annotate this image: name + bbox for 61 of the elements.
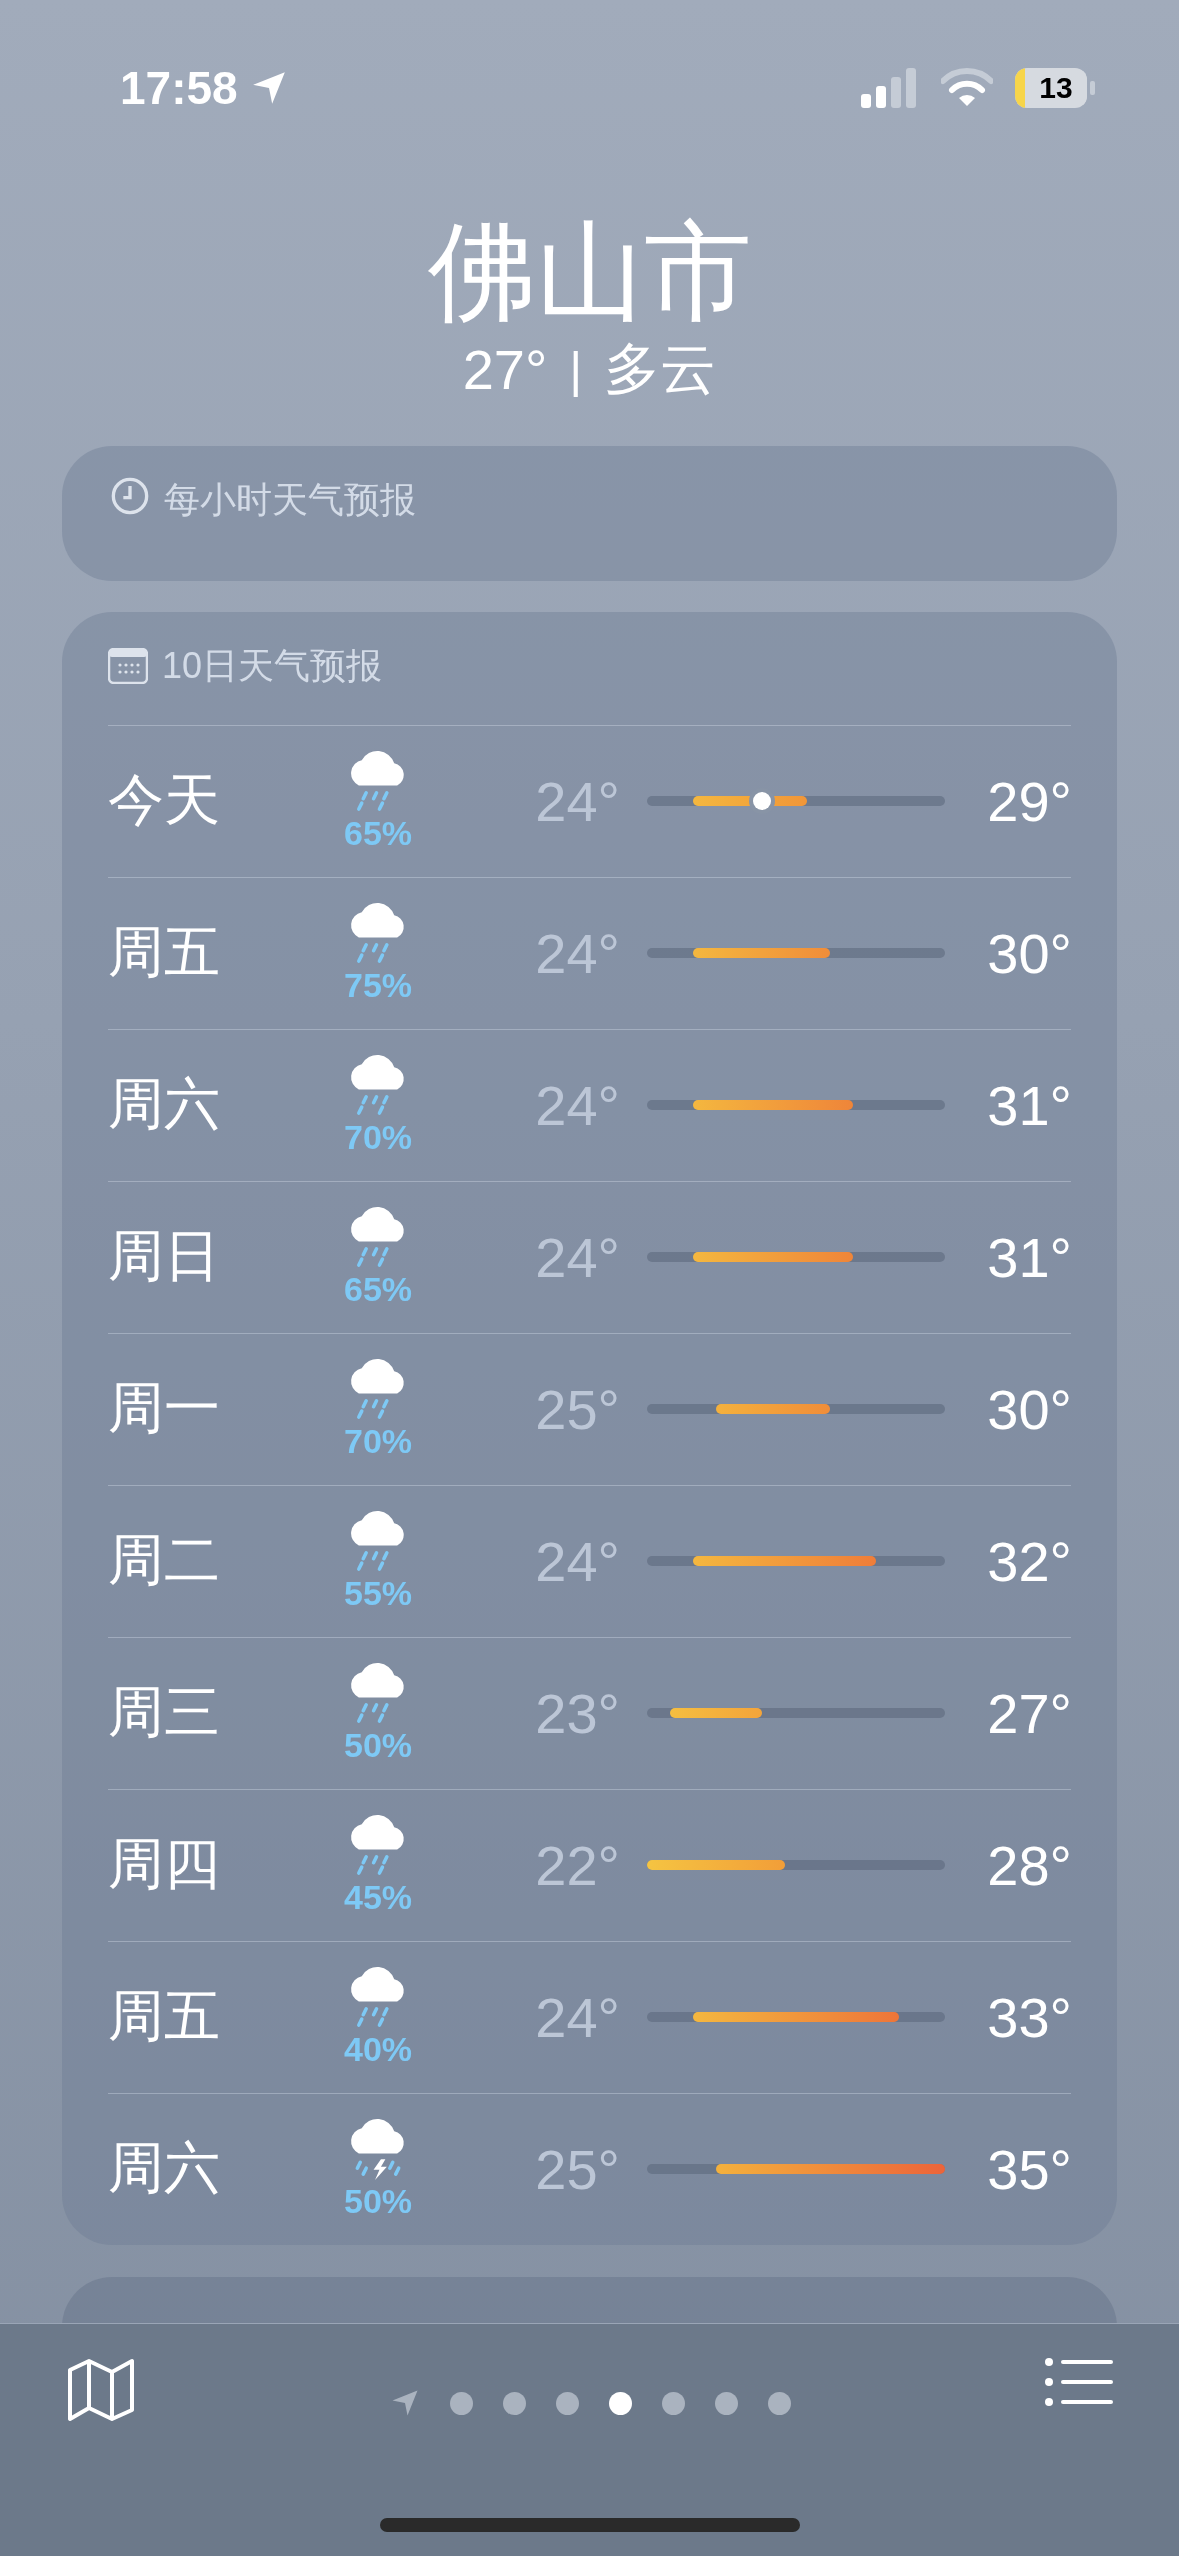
precipitation-chance: 50% — [343, 1725, 413, 1765]
battery-tip-icon — [1090, 81, 1095, 95]
high-temperature: 27° — [986, 1680, 1072, 1746]
low-temperature: 24° — [534, 1224, 620, 1290]
status-time: 17:58 — [120, 61, 238, 115]
high-temperature: 35° — [986, 2136, 1072, 2202]
precipitation-chance: 40% — [343, 2029, 413, 2069]
precipitation-chance: 65% — [343, 1269, 413, 1309]
day-label: 今天 — [108, 767, 221, 834]
page-dot[interactable] — [768, 2391, 791, 2415]
weather-condition: 多云 — [604, 335, 717, 402]
precipitation-chance: 50% — [343, 2181, 413, 2221]
precipitation-chance: 65% — [343, 813, 413, 853]
precipitation-chance: 55% — [343, 1573, 413, 1613]
high-temperature: 31° — [986, 1072, 1072, 1138]
low-temperature: 24° — [534, 1072, 620, 1138]
map-icon[interactable] — [66, 2358, 136, 2422]
day-label: 周五 — [108, 919, 221, 986]
location-arrow-icon[interactable] — [390, 2388, 420, 2418]
city-name: 佛山市 — [427, 213, 752, 332]
wifi-icon — [941, 68, 993, 108]
day-label: 周五 — [108, 1983, 221, 2050]
hourly-forecast-card[interactable]: 每小时天气预报 — [62, 445, 1117, 581]
day-label: 周六 — [108, 1071, 221, 1138]
low-temperature: 25° — [534, 2136, 620, 2202]
clock-icon — [110, 475, 150, 516]
page-dot[interactable] — [556, 2391, 579, 2415]
high-temperature: 31° — [986, 1224, 1072, 1290]
high-temperature: 29° — [986, 768, 1072, 834]
day-label: 周三 — [108, 1679, 221, 1746]
precipitation-chance: 45% — [343, 1877, 413, 1917]
low-temperature: 24° — [534, 1984, 620, 2050]
page-dot[interactable] — [503, 2391, 526, 2415]
day-label: 周六 — [108, 2135, 221, 2202]
day-label: 周一 — [108, 1375, 221, 1442]
card-title: 10日天气预报 — [162, 643, 383, 688]
precipitation-chance: 70% — [343, 1117, 413, 1157]
low-temperature: 25° — [534, 1376, 620, 1442]
signal-icon — [861, 68, 919, 108]
day-label: 周日 — [108, 1223, 221, 1290]
separator: | — [569, 340, 583, 399]
page-dot[interactable] — [450, 2391, 473, 2415]
card-title: 每小时天气预报 — [164, 477, 416, 522]
page-dot[interactable] — [662, 2391, 685, 2415]
low-temperature: 22° — [534, 1832, 620, 1898]
high-temperature: 30° — [986, 920, 1072, 986]
high-temperature: 33° — [986, 1984, 1072, 2050]
precipitation-chance: 70% — [343, 1421, 413, 1461]
page-dot[interactable] — [609, 2391, 632, 2415]
high-temperature: 32° — [986, 1528, 1072, 1594]
low-temperature: 23° — [534, 1680, 620, 1746]
day-label: 周二 — [108, 1527, 221, 1594]
precipitation-chance: 75% — [343, 965, 413, 1005]
low-temperature: 24° — [534, 1528, 620, 1594]
day-label: 周四 — [108, 1831, 221, 1898]
high-temperature: 30° — [986, 1376, 1072, 1442]
page-dot[interactable] — [715, 2391, 738, 2415]
current-temperature: 27° — [462, 337, 548, 403]
list-icon[interactable] — [1045, 2358, 1113, 2406]
calendar-icon — [108, 648, 148, 685]
high-temperature: 28° — [986, 1832, 1072, 1898]
